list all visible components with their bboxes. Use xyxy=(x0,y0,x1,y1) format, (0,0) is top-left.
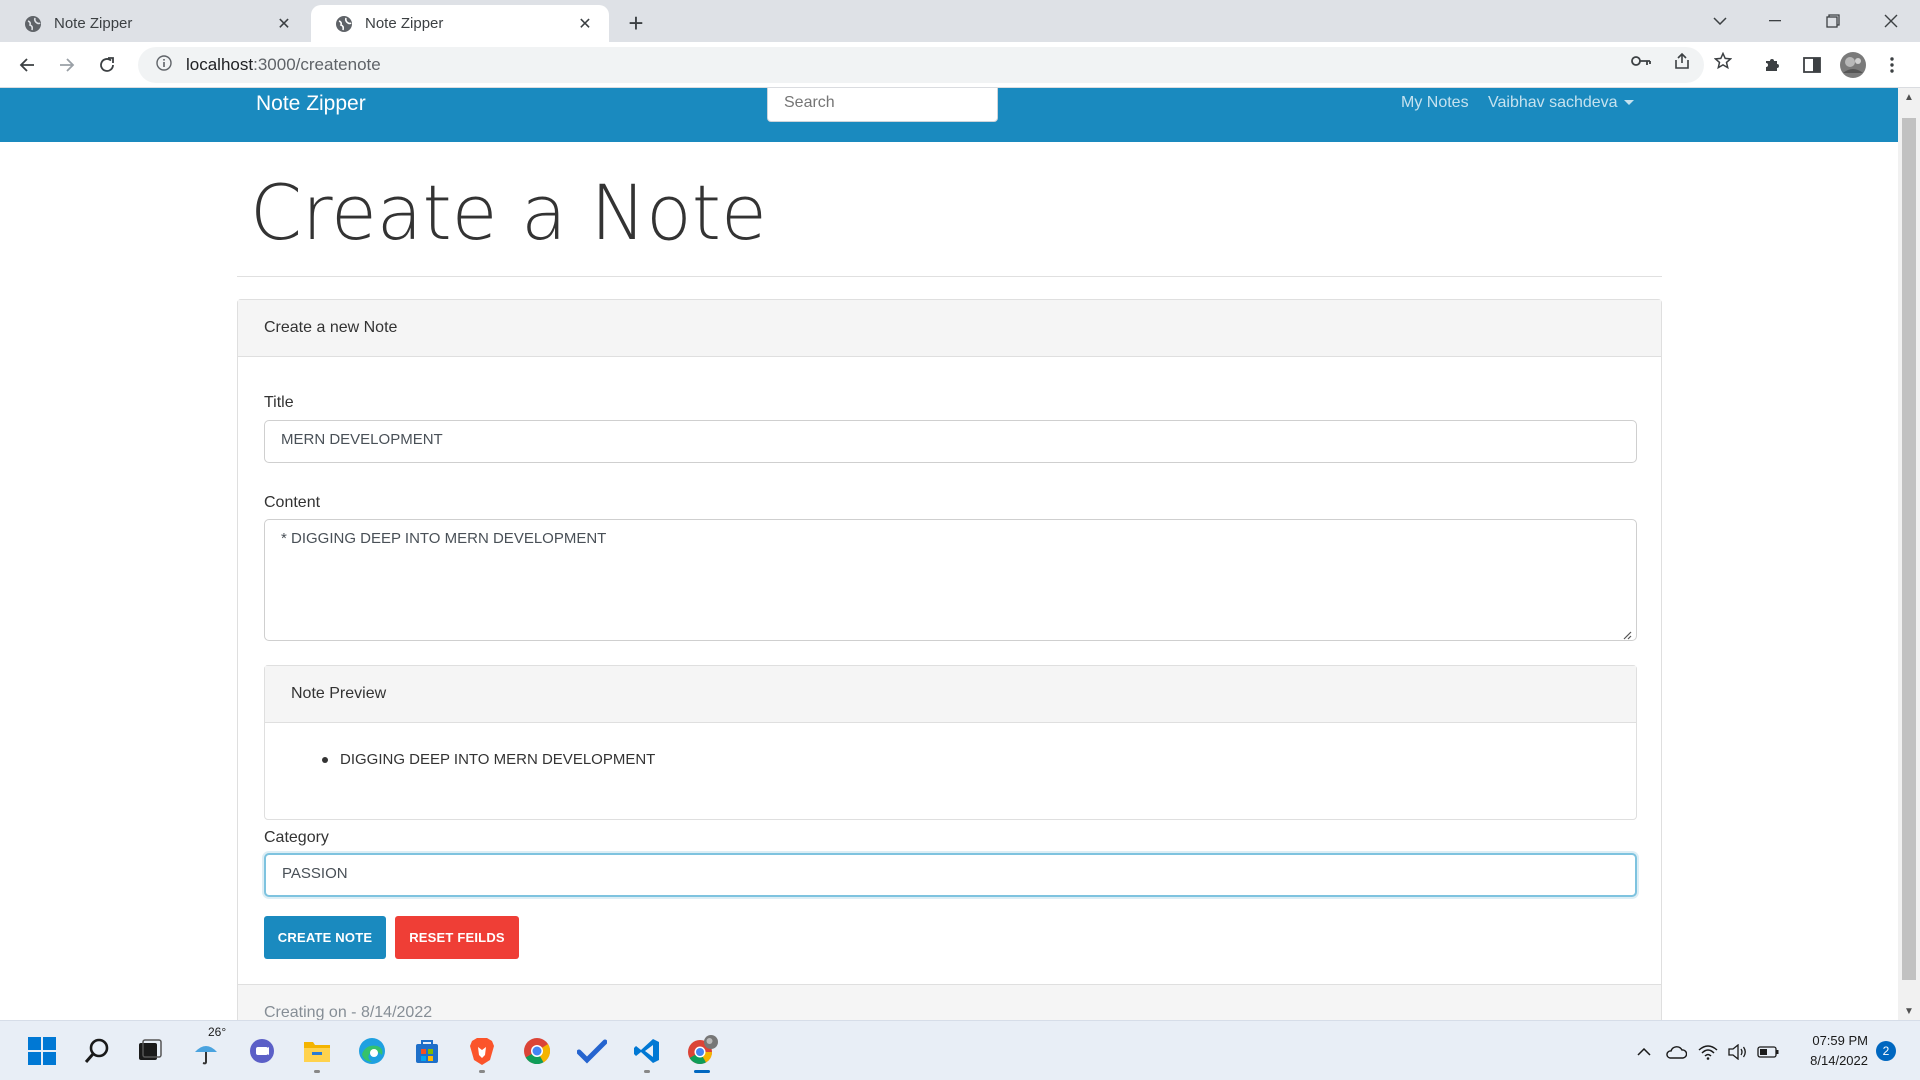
globe-icon xyxy=(24,15,42,33)
tab-title: Note Zipper xyxy=(54,15,133,32)
forward-icon[interactable] xyxy=(52,50,82,80)
start-icon[interactable] xyxy=(22,1031,62,1071)
vscode-icon[interactable] xyxy=(627,1031,667,1073)
search-input[interactable] xyxy=(767,88,998,122)
battery-icon[interactable] xyxy=(1756,1040,1780,1064)
url-host: localhost xyxy=(186,55,254,74)
browser-tab-inactive[interactable]: Note Zipper ✕ xyxy=(0,5,308,42)
user-dropdown[interactable]: Vaibhav sachdeva xyxy=(1488,94,1634,112)
back-icon[interactable] xyxy=(12,50,42,80)
edge-icon[interactable] xyxy=(352,1031,392,1071)
store-icon[interactable] xyxy=(407,1031,447,1071)
title-input-value: MERN DEVELOPMENT xyxy=(281,431,443,448)
close-window-icon[interactable] xyxy=(1866,0,1916,42)
chat-icon[interactable] xyxy=(242,1031,282,1071)
reset-fields-button[interactable]: RESET FEILDS xyxy=(395,916,519,959)
url-text: localhost:3000/createnote xyxy=(186,55,381,75)
user-name: Vaibhav sachdeva xyxy=(1488,94,1618,111)
url-path: :3000/createnote xyxy=(253,55,381,74)
chrome-profile-icon[interactable] xyxy=(682,1031,722,1073)
title-label: Title xyxy=(264,394,294,411)
create-note-card: Create a new Note Title MERN DEVELOPMENT… xyxy=(237,299,1662,1020)
running-indicator xyxy=(479,1070,485,1073)
card-header: Create a new Note xyxy=(238,300,1661,357)
search-icon[interactable] xyxy=(77,1031,117,1071)
page-viewport: Note Zipper My Notes Vaibhav sachdeva Cr… xyxy=(0,88,1898,1020)
tab-close-icon[interactable]: ✕ xyxy=(274,14,294,34)
notification-badge[interactable]: 2 xyxy=(1876,1041,1896,1061)
content-textarea[interactable]: * DIGGING DEEP INTO MERN DEVELOPMENT xyxy=(264,519,1637,641)
windows-taskbar: 26° 07:59 PM 8/14/2022 2 xyxy=(0,1020,1920,1080)
volume-icon[interactable] xyxy=(1726,1040,1750,1064)
create-note-button[interactable]: CREATE NOTE xyxy=(264,916,386,959)
tab-title: Note Zipper xyxy=(365,15,444,32)
new-tab-button[interactable]: + xyxy=(622,8,650,38)
weather-icon[interactable]: 26° xyxy=(186,1025,226,1071)
minimize-icon[interactable] xyxy=(1750,0,1800,42)
content-label: Content xyxy=(264,494,321,511)
key-icon[interactable] xyxy=(1630,50,1652,72)
nav-my-notes[interactable]: My Notes xyxy=(1401,94,1469,112)
running-indicator xyxy=(644,1070,650,1073)
brave-icon[interactable] xyxy=(462,1031,502,1073)
scrollbar-thumb[interactable] xyxy=(1902,118,1916,980)
app-navbar: Note Zipper My Notes Vaibhav sachdeva xyxy=(0,88,1898,142)
task-view-icon[interactable] xyxy=(130,1031,170,1071)
brand-logo[interactable]: Note Zipper xyxy=(256,92,366,116)
extensions-icon[interactable] xyxy=(1757,50,1787,80)
reload-icon[interactable] xyxy=(92,50,122,80)
bookmark-star-icon[interactable] xyxy=(1712,50,1734,72)
globe-icon xyxy=(335,15,353,33)
title-divider xyxy=(237,276,1662,277)
todo-icon[interactable] xyxy=(572,1031,612,1071)
category-input[interactable]: PASSION xyxy=(264,853,1637,897)
onedrive-cloud-icon[interactable] xyxy=(1664,1040,1688,1064)
chrome-icon[interactable] xyxy=(517,1031,557,1071)
scroll-down-arrow-icon[interactable]: ▼ xyxy=(1898,1002,1920,1020)
side-panel-icon[interactable] xyxy=(1797,50,1827,80)
creation-date-text: Creating on - 8/14/2022 xyxy=(264,1004,433,1020)
content-textarea-value: * DIGGING DEEP INTO MERN DEVELOPMENT xyxy=(281,530,607,547)
browser-tab-strip: Note Zipper ✕ Note Zipper ✕ + xyxy=(0,0,1920,42)
site-info-icon[interactable] xyxy=(156,54,172,76)
category-input-value: PASSION xyxy=(282,865,348,882)
browser-tab-active[interactable]: Note Zipper ✕ xyxy=(311,5,609,42)
tab-search-chevron-icon[interactable] xyxy=(1695,0,1745,42)
address-bar[interactable]: localhost:3000/createnote xyxy=(138,47,1704,83)
resize-handle-icon[interactable] xyxy=(1622,627,1632,640)
browser-menu-icon[interactable] xyxy=(1877,50,1907,80)
preview-list-item: DIGGING DEEP INTO MERN DEVELOPMENT xyxy=(321,751,656,768)
share-icon[interactable] xyxy=(1671,50,1693,72)
card-footer: Creating on - 8/14/2022 xyxy=(238,984,1661,1020)
note-preview-header: Note Preview xyxy=(265,666,1636,723)
page-scrollbar[interactable]: ▲ ▼ xyxy=(1898,88,1920,1020)
profile-avatar-icon[interactable] xyxy=(1838,50,1868,80)
note-preview-card: Note Preview DIGGING DEEP INTO MERN DEVE… xyxy=(264,665,1637,820)
wifi-icon[interactable] xyxy=(1696,1040,1720,1064)
system-clock[interactable]: 07:59 PM 8/14/2022 xyxy=(1796,1031,1868,1071)
clock-time: 07:59 PM xyxy=(1812,1033,1868,1048)
scroll-up-arrow-icon[interactable]: ▲ xyxy=(1898,88,1920,106)
clock-date: 8/14/2022 xyxy=(1810,1053,1868,1068)
title-input[interactable]: MERN DEVELOPMENT xyxy=(264,420,1637,463)
file-explorer-icon[interactable] xyxy=(297,1031,337,1073)
weather-temp: 26° xyxy=(208,1025,227,1039)
page-title: Create a Note xyxy=(250,168,767,257)
show-hidden-icons-chevron-icon[interactable] xyxy=(1632,1040,1656,1064)
category-label: Category xyxy=(264,829,329,846)
active-app-indicator xyxy=(694,1070,710,1073)
restore-icon[interactable] xyxy=(1808,0,1858,42)
running-indicator xyxy=(314,1070,320,1073)
caret-down-icon xyxy=(1623,100,1634,106)
browser-toolbar: localhost:3000/createnote xyxy=(0,42,1920,88)
tab-close-icon[interactable]: ✕ xyxy=(575,14,595,34)
